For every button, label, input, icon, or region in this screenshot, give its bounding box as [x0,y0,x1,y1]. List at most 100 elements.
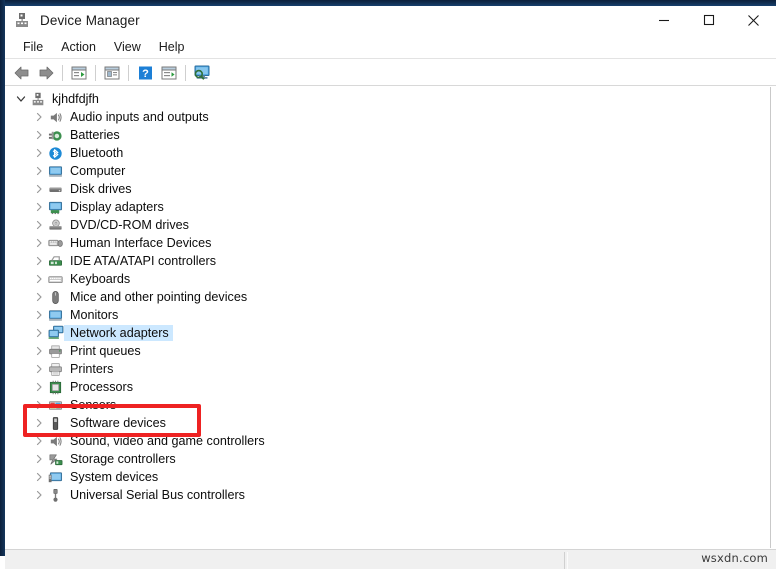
chevron-right-icon[interactable] [31,360,47,378]
tree-item-network-adapters[interactable]: Network adapters [5,324,770,342]
tree-item-label: Processors [70,380,133,394]
tree-item-display-adapters[interactable]: Display adapters [5,198,770,216]
chevron-right-icon[interactable] [31,432,47,450]
network-adapter-icon [47,325,64,342]
chevron-right-icon[interactable] [31,288,47,306]
tree-item-label: Universal Serial Bus controllers [70,488,245,502]
properties-icon [104,66,120,79]
chevron-right-icon[interactable] [31,126,47,144]
tree-item-label: Software devices [70,416,166,430]
update-driver-icon [161,66,177,79]
usb-controller-icon [47,487,64,504]
chevron-right-icon[interactable] [31,378,47,396]
monitor-icon [47,307,64,324]
chevron-right-icon[interactable] [31,180,47,198]
maximize-button[interactable] [686,6,731,34]
tree-item-storage-controllers[interactable]: Storage controllers [5,450,770,468]
title-bar[interactable]: Device Manager [5,6,776,34]
watermark-text: wsxdn.com [701,551,768,565]
help-icon: ? [139,66,152,80]
device-tree-pane[interactable]: kjhdfdjfh Audio inputs and outputs Batte… [5,87,771,548]
menu-help[interactable]: Help [150,38,194,56]
back-button[interactable] [10,62,34,84]
tree-item-label: Computer [70,164,126,178]
forward-button[interactable] [34,62,58,84]
tree-item-processors[interactable]: Processors [5,378,770,396]
chevron-right-icon[interactable] [31,468,47,486]
chevron-down-icon[interactable] [13,90,29,108]
tree-item-label: Printers [70,362,114,376]
tree-item-software-devices[interactable]: Software devices [5,414,770,432]
menu-bar: File Action View Help [5,36,776,59]
minimize-button[interactable] [641,6,686,34]
tree-item-label: DVD/CD-ROM drives [70,218,189,232]
tree-item-label: System devices [70,470,159,484]
update-driver-button[interactable] [157,62,181,84]
chevron-right-icon[interactable] [31,144,47,162]
toolbar: ? [5,60,776,86]
tree-item-batteries[interactable]: Batteries [5,126,770,144]
tree-item-computer[interactable]: Computer [5,162,770,180]
forward-icon [39,66,54,79]
window-title: Device Manager [40,12,140,28]
tree-item-system-devices[interactable]: System devices [5,468,770,486]
tree-item-bluetooth[interactable]: Bluetooth [5,144,770,162]
chevron-right-icon[interactable] [31,270,47,288]
tree-item-label: IDE ATA/ATAPI controllers [70,254,217,268]
tree-item-ide-ata-atapi-controllers[interactable]: IDE ATA/ATAPI controllers [5,252,770,270]
chevron-right-icon[interactable] [31,342,47,360]
chevron-right-icon[interactable] [31,198,47,216]
status-bar-divider-highlight [567,552,568,569]
system-device-icon [47,469,64,486]
tree-item-monitors[interactable]: Monitors [5,306,770,324]
tree-item-sound-video-and-game-controllers[interactable]: Sound, video and game controllers [5,432,770,450]
display-adapter-icon [47,199,64,216]
chevron-right-icon[interactable] [31,162,47,180]
sound-controller-icon [47,433,64,450]
software-device-icon [47,415,64,432]
tree-item-audio-inputs-and-outputs[interactable]: Audio inputs and outputs [5,108,770,126]
computer-icon [47,163,64,180]
keyboard-icon [47,271,64,288]
chevron-right-icon[interactable] [31,450,47,468]
chevron-right-icon[interactable] [31,108,47,126]
tree-item-human-interface-devices[interactable]: Human Interface Devices [5,234,770,252]
disk-drive-icon [47,181,64,198]
chevron-right-icon[interactable] [31,414,47,432]
tree-item-keyboards[interactable]: Keyboards [5,270,770,288]
tree-item-label: Batteries [70,128,120,142]
tree-item-mice-and-other-pointing-devices[interactable]: Mice and other pointing devices [5,288,770,306]
menu-file[interactable]: File [14,38,52,56]
tree-item-label: Mice and other pointing devices [70,290,248,304]
tree-item-print-queues[interactable]: Print queues [5,342,770,360]
chevron-right-icon[interactable] [31,234,47,252]
tree-item-printers[interactable]: Printers [5,360,770,378]
tree-item-dvd-cd-rom-drives[interactable]: DVD/CD-ROM drives [5,216,770,234]
show-hide-console-tree-icon [71,66,87,79]
menu-action[interactable]: Action [52,38,105,56]
close-button[interactable] [731,6,776,34]
tree-root-node[interactable]: kjhdfdjfh [5,90,770,108]
mouse-icon [47,289,64,306]
back-icon [14,66,29,79]
tree-item-universal-serial-bus-controllers[interactable]: Universal Serial Bus controllers [5,486,770,504]
tree-item-sensors[interactable]: Sensors [5,396,770,414]
help-button[interactable]: ? [133,62,157,84]
scan-for-hardware-changes-button[interactable] [190,62,214,84]
speaker-icon [47,109,64,126]
chevron-right-icon[interactable] [31,486,47,504]
chevron-right-icon[interactable] [31,306,47,324]
storage-controller-icon [47,451,64,468]
toolbar-separator-4 [185,64,186,81]
chevron-right-icon[interactable] [31,252,47,270]
device-manager-icon [13,11,31,29]
tree-item-label: Storage controllers [70,452,176,466]
tree-item-label: Bluetooth [70,146,124,160]
properties-button[interactable] [100,62,124,84]
chevron-right-icon[interactable] [31,396,47,414]
show-hide-console-tree-button[interactable] [67,62,91,84]
chevron-right-icon[interactable] [31,324,47,342]
chevron-right-icon[interactable] [31,216,47,234]
tree-item-disk-drives[interactable]: Disk drives [5,180,770,198]
menu-view[interactable]: View [105,38,150,56]
